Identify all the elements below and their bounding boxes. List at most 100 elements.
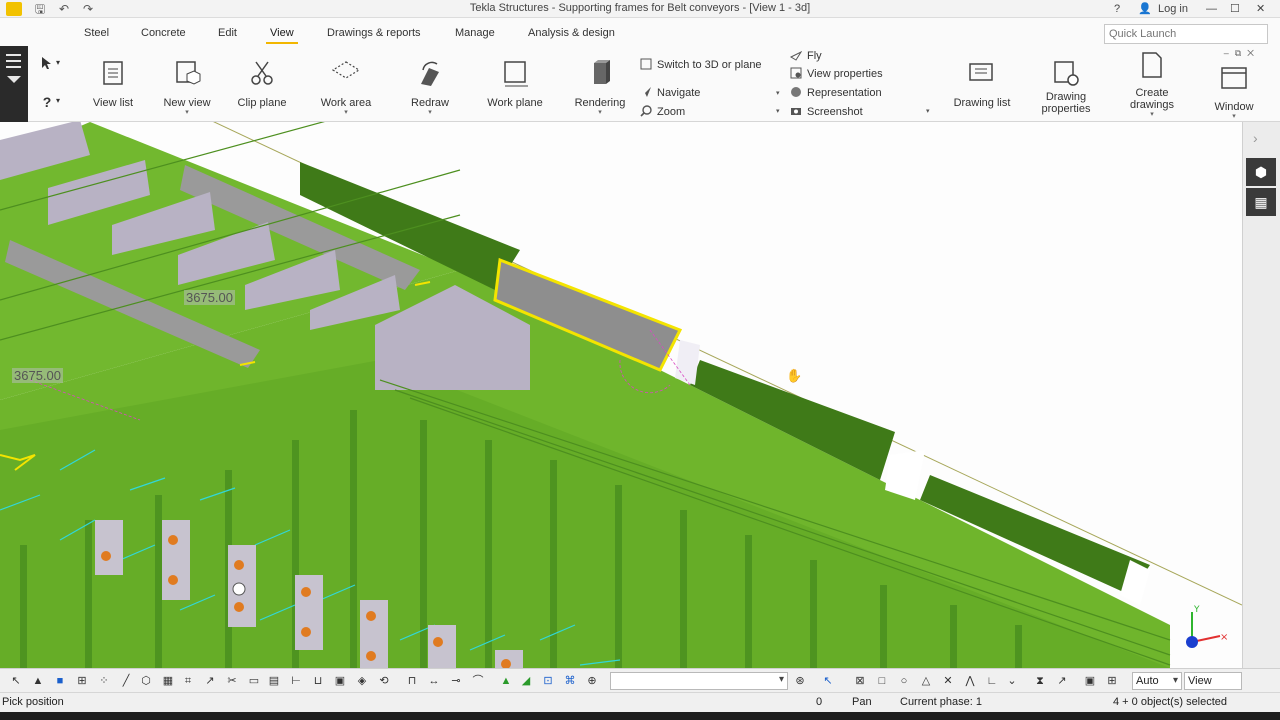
tab-drawings-reports[interactable]: Drawings & reports <box>327 27 421 39</box>
select-reinforcement-icon[interactable]: ↗ <box>202 673 218 689</box>
switch-3d-icon <box>640 58 652 70</box>
clip-plane-button[interactable]: Clip plane <box>234 58 290 109</box>
quick-launch-input[interactable] <box>1104 24 1268 44</box>
navigate-dropdown-icon[interactable]: ▾ <box>776 89 780 97</box>
select-assemblies-icon[interactable]: ⬡ <box>138 673 154 689</box>
scissors-icon <box>251 61 273 85</box>
zoom-dropdown-icon[interactable]: ▾ <box>776 107 780 115</box>
select-welds-icon[interactable]: ⊞ <box>74 673 90 689</box>
select-parts-icon[interactable]: ▲ <box>30 673 46 689</box>
work-area-icon <box>331 61 361 79</box>
view-plane-select[interactable]: View plane <box>1184 672 1242 703</box>
snap-settings-icon[interactable]: ⊛ <box>792 673 808 689</box>
status-selected-count: 4 + 0 object(s) selected <box>1113 696 1228 708</box>
select-components-icon[interactable]: ⊔ <box>310 673 326 689</box>
tab-analysis-design[interactable]: Analysis & design <box>528 27 615 39</box>
drawing-list-button[interactable]: Drawing list <box>950 58 1014 109</box>
select-cuts-icon[interactable]: ✂ <box>224 673 240 689</box>
work-plane-button[interactable]: Work plane <box>484 58 546 109</box>
view-list-button[interactable]: View list <box>88 58 138 109</box>
auto-select[interactable]: Auto <box>1132 672 1182 690</box>
expand-pane-chevron-icon[interactable]: › <box>1253 130 1258 146</box>
polygon-tool-icon[interactable]: ⋀ <box>962 673 978 689</box>
pan-cursor-icon: ✋ <box>786 368 802 384</box>
ortho-toggle-icon[interactable]: ▣ <box>1082 673 1098 689</box>
select-objects-icon[interactable]: ▣ <box>332 673 348 689</box>
drawing-list-icon <box>969 63 993 81</box>
navigate-button[interactable]: Navigate <box>640 85 700 101</box>
screenshot-button[interactable]: Screenshot <box>790 104 863 120</box>
close-button[interactable]: ✕ <box>1256 1 1265 17</box>
triangle-tool-icon[interactable]: △ <box>918 673 934 689</box>
rectangle-tool-icon[interactable]: □ <box>874 673 890 689</box>
snap-free-icon[interactable]: ⌘ <box>562 673 578 689</box>
circle-tool-icon[interactable]: ○ <box>896 673 912 689</box>
chevron-tool-icon[interactable]: ⌄ <box>1004 673 1020 689</box>
select-lines-icon[interactable]: ╱ <box>118 673 134 689</box>
cross-tool-icon[interactable]: ✕ <box>940 673 956 689</box>
menu-dropdown-icon <box>7 76 21 83</box>
hourglass-icon[interactable]: ⧗ <box>1032 673 1048 689</box>
snap-grid-toggle-icon[interactable]: ⊞ <box>1104 673 1120 689</box>
help-button[interactable]: ? <box>1114 1 1120 17</box>
snap-plane-select[interactable] <box>610 672 788 690</box>
snap-midpoint-icon[interactable]: ↔ <box>426 673 442 689</box>
work-area-button[interactable]: Work area ▾ <box>316 58 376 117</box>
view-properties-button[interactable]: View properties <box>790 66 883 82</box>
ribbon-window-controls[interactable]: –⧉✕ <box>1210 48 1260 59</box>
window-button[interactable]: –⧉✕ Window ▾ <box>1208 48 1260 121</box>
tab-view[interactable]: View <box>266 27 298 44</box>
navigate-icon <box>641 87 651 97</box>
select-grid-lines-icon[interactable]: ⌗ <box>180 673 196 689</box>
snap-arc-icon[interactable]: ⌒ <box>470 673 486 689</box>
redraw-button[interactable]: Redraw ▾ <box>402 58 458 117</box>
minimize-button[interactable]: — <box>1206 1 1217 17</box>
camera-icon <box>791 108 801 115</box>
tab-manage[interactable]: Manage <box>455 27 495 39</box>
select-points-icon[interactable]: ⊢ <box>288 673 304 689</box>
tab-steel[interactable]: Steel <box>84 27 109 39</box>
pick-mode-icon[interactable]: ↖ <box>820 673 836 689</box>
select-pointer-icon[interactable]: ▾ <box>32 56 62 73</box>
window-bottom-edge <box>0 712 1280 720</box>
switch-3d-button[interactable]: Switch to 3D or plane <box>640 57 762 73</box>
user-icon[interactable]: 👤 <box>1138 1 1152 17</box>
representation-button[interactable]: Representation <box>790 85 882 101</box>
model-viewport[interactable]: ✋ Y × 3675.00 3675.00 <box>0 122 1242 668</box>
login-button[interactable]: Log in <box>1158 1 1188 17</box>
tab-concrete[interactable]: Concrete <box>141 27 186 39</box>
status-bar: Pick position 0 Pan Current phase: 1 4 +… <box>0 692 1280 712</box>
snap-ends-icon[interactable]: ⊓ <box>404 673 420 689</box>
select-group-icon[interactable]: ⟲ <box>376 673 392 689</box>
angle-tool-icon[interactable]: ∟ <box>984 673 1000 689</box>
select-layers-icon[interactable]: ◈ <box>354 673 370 689</box>
main-menu-strip[interactable] <box>0 46 28 122</box>
snap-reference-icon[interactable]: ◢ <box>518 673 534 689</box>
snap-zoom-icon[interactable]: ⊕ <box>584 673 600 689</box>
fly-button[interactable]: Fly <box>790 48 822 64</box>
select-planes-icon[interactable]: ▤ <box>266 673 282 689</box>
select-bolts-icon[interactable]: ⁘ <box>96 673 112 689</box>
diagonal-tool-icon[interactable]: ↗ <box>1054 673 1070 689</box>
tab-edit[interactable]: Edit <box>218 27 237 39</box>
select-all-icon[interactable]: ↖ <box>8 673 24 689</box>
select-surface-icon[interactable]: ■ <box>52 673 68 689</box>
property-pane-icon[interactable]: ⬢ <box>1246 158 1276 186</box>
select-views-icon[interactable]: ▭ <box>246 673 262 689</box>
model-3d-canvas[interactable]: ✋ Y × <box>0 122 1242 668</box>
snap-grid-icon[interactable]: ⊡ <box>540 673 556 689</box>
drawing-properties-button[interactable]: Drawing properties <box>1034 58 1098 115</box>
snap-along-icon[interactable]: ⊸ <box>448 673 464 689</box>
maximize-button[interactable]: ☐ <box>1230 1 1240 17</box>
zoom-button[interactable]: Zoom <box>640 104 685 120</box>
check-clash-icon[interactable]: ⊠ <box>852 673 868 689</box>
snap-geometry-icon[interactable]: ▲ <box>498 673 514 689</box>
work-plane-icon <box>504 61 528 87</box>
screenshot-dropdown-icon[interactable]: ▾ <box>926 107 930 115</box>
new-view-button[interactable]: New view ▾ <box>160 58 214 117</box>
applications-components-icon[interactable]: ▦ <box>1246 188 1276 216</box>
create-drawings-button[interactable]: Create drawings ▾ <box>1120 50 1184 119</box>
query-icon[interactable]: ? ▾ <box>32 94 62 110</box>
select-grid-icon[interactable]: ▦ <box>160 673 176 689</box>
rendering-button[interactable]: Rendering ▾ <box>570 58 630 117</box>
